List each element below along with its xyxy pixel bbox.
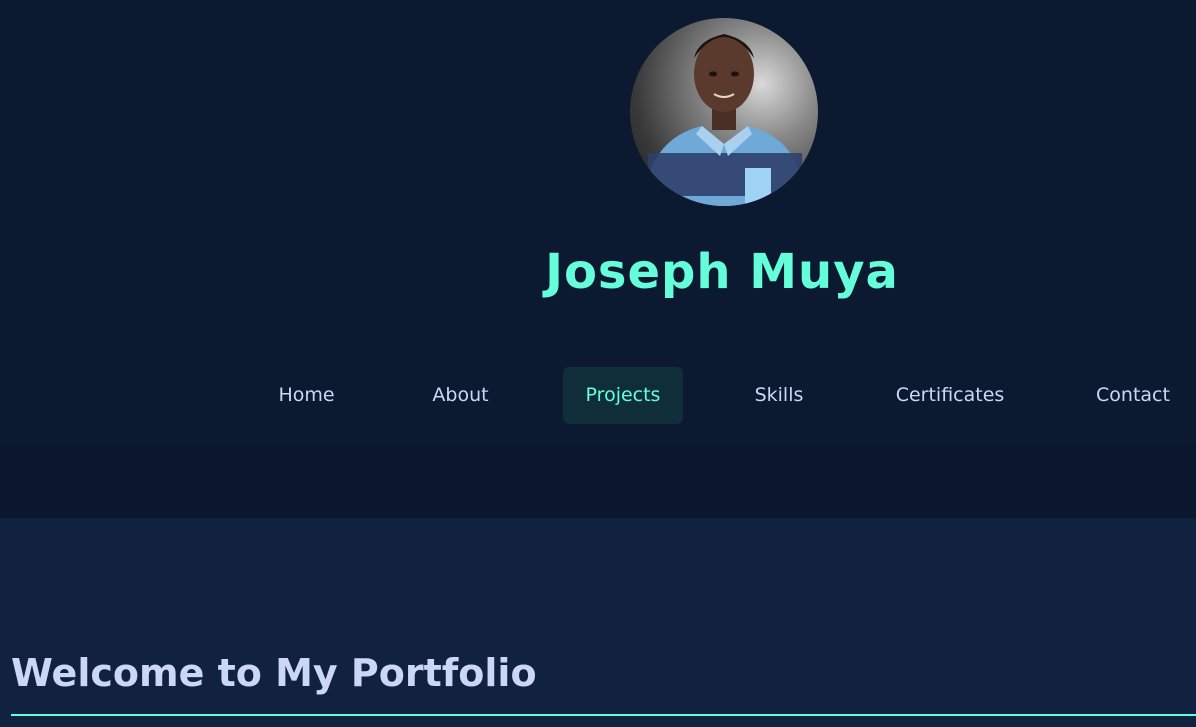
nav-certificates[interactable]: Certificates bbox=[886, 367, 1014, 424]
nav-home[interactable]: Home bbox=[264, 367, 349, 424]
main-navigation: Home About Projects Skills Certificates … bbox=[0, 367, 1196, 424]
nav-about[interactable]: About bbox=[418, 367, 503, 424]
welcome-heading: Welcome to My Portfolio bbox=[11, 651, 537, 695]
profile-name: Joseph Muya bbox=[545, 244, 899, 300]
header-spacer bbox=[0, 443, 1196, 518]
nav-projects[interactable]: Projects bbox=[563, 367, 683, 424]
nav-skills[interactable]: Skills bbox=[740, 367, 818, 424]
heading-underline bbox=[11, 714, 1196, 716]
nav-contact[interactable]: Contact bbox=[1084, 367, 1182, 424]
profile-avatar bbox=[630, 18, 818, 206]
